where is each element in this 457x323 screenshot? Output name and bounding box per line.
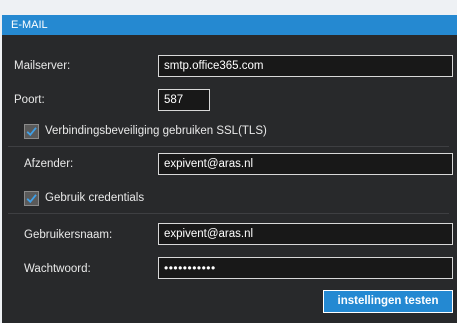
sender-input[interactable]: expivent@aras.nl — [158, 153, 453, 175]
username-input[interactable]: expivent@aras.nl — [158, 223, 453, 245]
section-divider — [8, 146, 449, 147]
port-label: Poort: — [14, 94, 45, 106]
password-label: Wachtwoord: — [24, 263, 91, 275]
username-label: Gebruikersnaam: — [24, 229, 113, 241]
port-input[interactable]: 587 — [158, 89, 210, 111]
test-settings-button[interactable]: instellingen testen — [323, 290, 453, 313]
panel-title: E-MAIL — [2, 15, 457, 35]
section-divider — [8, 213, 449, 214]
sender-label: Afzender: — [24, 158, 74, 170]
checkmark-icon — [26, 194, 37, 204]
password-input[interactable]: ••••••••••• — [158, 257, 453, 279]
ssl-checkbox[interactable] — [24, 124, 39, 139]
credentials-label: Gebruik credentials — [45, 192, 145, 204]
checkmark-icon — [26, 127, 37, 137]
credentials-checkbox[interactable] — [24, 191, 39, 206]
mailserver-label: Mailserver: — [14, 60, 71, 72]
ssl-label: Verbindingsbeveiliging gebruiken SSL(TLS… — [45, 125, 267, 137]
mailserver-input[interactable]: smtp.office365.com — [158, 55, 453, 77]
